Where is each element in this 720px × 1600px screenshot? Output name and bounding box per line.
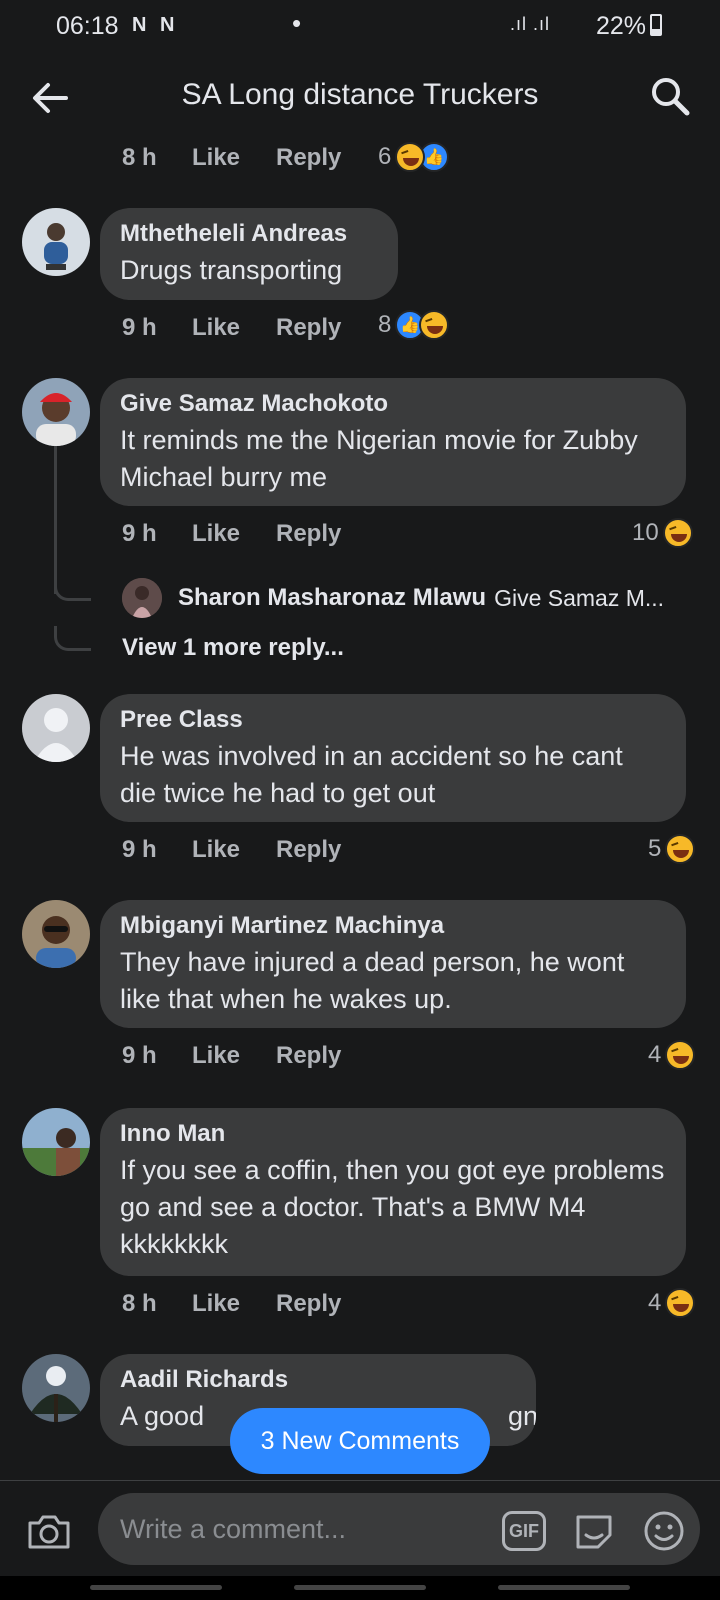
avatar[interactable] (22, 208, 90, 276)
comment-actions-row: 8 h Like Reply (0, 140, 720, 176)
app-header: SA Long distance Truckers (0, 60, 720, 136)
comment-bubble[interactable]: Inno Man If you see a coffin, then you g… (100, 1108, 686, 1276)
recent-apps-indicator[interactable] (90, 1585, 222, 1590)
reaction-summary[interactable]: 5 (648, 834, 696, 864)
comment-text-start: A good (120, 1401, 205, 1431)
comment-actions-row: 8 h Like Reply (0, 1286, 720, 1322)
reaction-count: 6 (378, 143, 392, 170)
avatar[interactable] (22, 1354, 90, 1422)
comment-time: 9 h (122, 836, 157, 863)
haha-reaction-icon (419, 310, 450, 340)
comment-bubble[interactable]: Give Samaz Machokoto It reminds me the N… (100, 378, 686, 506)
emoji-icon[interactable] (642, 1509, 686, 1553)
comment-bubble[interactable]: Pree Class He was involved in an acciden… (100, 694, 686, 822)
like-button[interactable]: Like (192, 836, 240, 864)
reaction-summary[interactable]: 6 👍 (378, 142, 450, 172)
comment-author[interactable]: Inno Man (120, 1120, 666, 1148)
haha-reaction-icon (665, 1040, 696, 1070)
comment-text: They have injured a dead person, he wont… (120, 947, 625, 1014)
comment-text: He was involved in an accident so he can… (120, 741, 623, 808)
search-icon[interactable] (648, 74, 692, 118)
back-indicator[interactable] (498, 1585, 630, 1590)
comment-time: 9 h (122, 520, 157, 547)
reaction-count: 8 (378, 311, 392, 338)
system-navigation-bar (0, 1576, 720, 1600)
like-button[interactable]: Like (192, 1290, 240, 1318)
clock: 06:18 (56, 12, 119, 40)
haha-reaction-icon (662, 518, 693, 548)
gif-icon[interactable]: GIF (502, 1511, 546, 1551)
reply-button[interactable]: Reply (276, 314, 341, 342)
page-title: SA Long distance Truckers (181, 78, 539, 111)
avatar[interactable] (22, 694, 90, 762)
reply-preview[interactable]: Sharon Masharonaz Mlawu Give Samaz M... (122, 578, 664, 618)
comment-composer: GIF (0, 1480, 720, 1577)
reply-button[interactable]: Reply (276, 520, 341, 548)
reaction-count: 4 (648, 1041, 662, 1068)
comment-time: 8 h (122, 144, 157, 171)
more-notifications-dot: • (292, 8, 302, 38)
comment-bubble[interactable]: Mbiganyi Martinez Machinya They have inj… (100, 900, 686, 1028)
reaction-count: 4 (648, 1289, 662, 1316)
reply-text: Give Samaz M... (494, 584, 665, 611)
reaction-count: 5 (648, 835, 662, 862)
comment-text: If you see a coffin, then you got eye pr… (120, 1155, 665, 1259)
haha-reaction-icon (395, 142, 426, 172)
sticker-icon[interactable] (572, 1509, 616, 1553)
reaction-count: 10 (632, 519, 659, 546)
thread-connector (54, 576, 91, 601)
view-more-replies-link[interactable]: View 1 more reply... (122, 634, 344, 662)
battery-icon (650, 14, 662, 36)
avatar[interactable] (22, 900, 90, 968)
comment-author[interactable]: Aadil Richards (120, 1366, 516, 1394)
comment-author[interactable]: Give Samaz Machokoto (120, 390, 666, 418)
haha-reaction-icon (665, 834, 696, 864)
home-indicator[interactable] (294, 1585, 426, 1590)
comment-actions-row: 9 h Like Reply (0, 832, 720, 868)
comment-author[interactable]: Mthetheleli Andreas (120, 220, 378, 248)
comment-time: 8 h (122, 1290, 157, 1317)
reaction-summary[interactable]: 4 (648, 1040, 696, 1070)
reply-button[interactable]: Reply (276, 144, 341, 172)
reaction-summary[interactable]: 4 (648, 1288, 696, 1318)
haha-reaction-icon (665, 1288, 696, 1318)
thread-connector (54, 626, 91, 651)
avatar[interactable] (122, 578, 162, 618)
camera-icon[interactable] (26, 1511, 72, 1551)
battery-level: 22% (596, 12, 647, 40)
comment-author[interactable]: Mbiganyi Martinez Machinya (120, 912, 666, 940)
comment-text-end: gn (508, 1401, 536, 1431)
like-button[interactable]: Like (192, 144, 240, 172)
notification-icons: N N (132, 14, 179, 36)
comment-actions-row: 9 h Like Reply (0, 1038, 720, 1074)
avatar[interactable] (22, 378, 90, 446)
comment-author[interactable]: Pree Class (120, 706, 666, 734)
reply-button[interactable]: Reply (276, 1042, 341, 1070)
comment-text: Drugs transporting (120, 255, 343, 285)
comment-actions-row: 9 h Like Reply (0, 310, 720, 346)
avatar[interactable] (22, 1108, 90, 1176)
reply-button[interactable]: Reply (276, 836, 341, 864)
reaction-summary[interactable]: 8 👍 (378, 310, 450, 340)
comment-text: It reminds me the Nigerian movie for Zub… (120, 425, 638, 492)
signal-icon: .ıl .ıl (510, 14, 551, 34)
reaction-summary[interactable]: 10 (632, 518, 693, 548)
comment-actions-row: 9 h Like Reply (0, 516, 720, 552)
like-button[interactable]: Like (192, 1042, 240, 1070)
comment-time: 9 h (122, 314, 157, 341)
comment-time: 9 h (122, 1042, 157, 1069)
new-comments-button[interactable]: 3 New Comments (230, 1408, 490, 1474)
comment-bubble[interactable]: Mthetheleli Andreas Drugs transporting (100, 208, 398, 300)
like-button[interactable]: Like (192, 314, 240, 342)
like-button[interactable]: Like (192, 520, 240, 548)
status-bar: 06:18 N N • .ıl .ıl 22% (0, 0, 720, 52)
reply-author[interactable]: Sharon Masharonaz Mlawu (178, 584, 486, 612)
reply-button[interactable]: Reply (276, 1290, 341, 1318)
